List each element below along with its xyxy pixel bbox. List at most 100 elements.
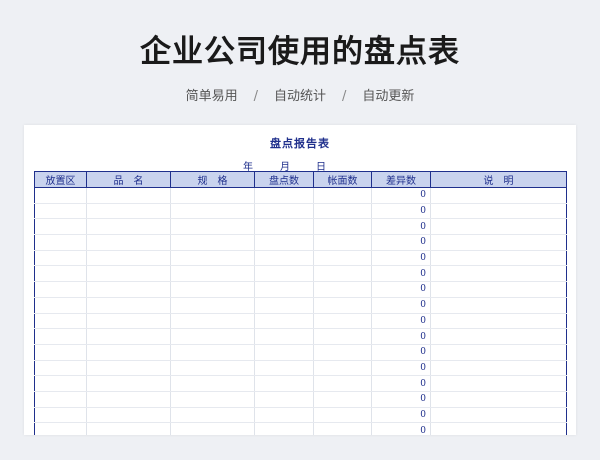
table-cell[interactable]: [170, 328, 255, 345]
table-cell[interactable]: [430, 218, 567, 236]
table-cell[interactable]: [170, 218, 255, 236]
table-cell[interactable]: [34, 422, 87, 435]
table-cell[interactable]: [34, 313, 87, 330]
table-cell[interactable]: 0: [371, 297, 431, 314]
table-cell[interactable]: [34, 328, 87, 345]
table-cell[interactable]: [430, 360, 567, 377]
table-cell[interactable]: [254, 265, 314, 283]
table-cell[interactable]: [170, 344, 255, 361]
table-cell[interactable]: 0: [371, 375, 431, 392]
table-cell[interactable]: [254, 328, 314, 345]
table-cell[interactable]: 0: [371, 250, 431, 267]
table-cell[interactable]: [430, 391, 567, 408]
table-cell[interactable]: [430, 422, 567, 435]
table-cell[interactable]: [430, 407, 567, 424]
table-cell[interactable]: 0: [371, 218, 431, 236]
table-cell[interactable]: [313, 313, 372, 330]
table-cell[interactable]: [170, 250, 255, 267]
table-cell[interactable]: [34, 218, 87, 236]
table-cell[interactable]: [430, 203, 567, 220]
table-cell[interactable]: [34, 344, 87, 361]
table-cell[interactable]: [34, 297, 87, 314]
table-cell[interactable]: [86, 328, 171, 345]
table-cell[interactable]: [254, 313, 314, 330]
table-cell[interactable]: [430, 281, 567, 298]
table-cell[interactable]: [34, 187, 87, 204]
table-cell[interactable]: [86, 407, 171, 424]
table-cell[interactable]: [313, 344, 372, 361]
table-cell[interactable]: [313, 422, 372, 435]
table-cell[interactable]: [170, 360, 255, 377]
table-cell[interactable]: [430, 187, 567, 204]
table-cell[interactable]: [170, 187, 255, 204]
table-cell[interactable]: [430, 313, 567, 330]
table-cell[interactable]: 0: [371, 391, 431, 408]
table-cell[interactable]: [86, 422, 171, 435]
table-cell[interactable]: [86, 187, 171, 204]
table-cell[interactable]: [313, 203, 372, 220]
table-cell[interactable]: [170, 281, 255, 298]
table-cell[interactable]: 0: [371, 234, 431, 251]
table-cell[interactable]: [170, 203, 255, 220]
table-cell[interactable]: [34, 203, 87, 220]
table-cell[interactable]: [86, 297, 171, 314]
table-cell[interactable]: [313, 407, 372, 424]
table-cell[interactable]: [86, 234, 171, 251]
table-cell[interactable]: [254, 375, 314, 392]
table-cell[interactable]: 0: [371, 422, 431, 435]
table-cell[interactable]: [170, 234, 255, 251]
table-cell[interactable]: [170, 407, 255, 424]
table-cell[interactable]: [86, 203, 171, 220]
table-cell[interactable]: [254, 234, 314, 251]
table-cell[interactable]: [313, 281, 372, 298]
table-cell[interactable]: 0: [371, 187, 431, 204]
table-cell[interactable]: [34, 281, 87, 298]
table-cell[interactable]: 0: [371, 328, 431, 345]
table-cell[interactable]: [34, 234, 87, 251]
table-cell[interactable]: [313, 297, 372, 314]
table-cell[interactable]: [430, 234, 567, 251]
table-cell[interactable]: [86, 250, 171, 267]
table-cell[interactable]: [86, 313, 171, 330]
table-cell[interactable]: [34, 250, 87, 267]
table-cell[interactable]: [430, 265, 567, 283]
table-cell[interactable]: [313, 250, 372, 267]
table-cell[interactable]: [170, 265, 255, 283]
table-cell[interactable]: [86, 375, 171, 392]
table-cell[interactable]: [34, 375, 87, 392]
table-cell[interactable]: [430, 375, 567, 392]
table-cell[interactable]: [254, 360, 314, 377]
table-cell[interactable]: [170, 391, 255, 408]
table-cell[interactable]: [86, 360, 171, 377]
table-cell[interactable]: [254, 422, 314, 435]
table-cell[interactable]: [313, 187, 372, 204]
table-cell[interactable]: 0: [371, 203, 431, 220]
table-cell[interactable]: [254, 281, 314, 298]
table-cell[interactable]: [254, 407, 314, 424]
table-cell[interactable]: [313, 234, 372, 251]
table-cell[interactable]: [313, 265, 372, 283]
table-cell[interactable]: [254, 218, 314, 236]
table-cell[interactable]: [170, 422, 255, 435]
table-cell[interactable]: [430, 328, 567, 345]
table-cell[interactable]: 0: [371, 407, 431, 424]
table-cell[interactable]: [430, 344, 567, 361]
table-cell[interactable]: [430, 250, 567, 267]
table-cell[interactable]: 0: [371, 344, 431, 361]
table-cell[interactable]: [170, 313, 255, 330]
table-cell[interactable]: [86, 265, 171, 283]
table-cell[interactable]: [254, 391, 314, 408]
table-cell[interactable]: 0: [371, 265, 431, 283]
table-cell[interactable]: [86, 218, 171, 236]
table-cell[interactable]: [34, 360, 87, 377]
table-cell[interactable]: [430, 297, 567, 314]
table-cell[interactable]: [254, 297, 314, 314]
table-cell[interactable]: [313, 328, 372, 345]
table-cell[interactable]: [34, 391, 87, 408]
table-cell[interactable]: 0: [371, 281, 431, 298]
table-cell[interactable]: [34, 265, 87, 283]
table-cell[interactable]: [86, 344, 171, 361]
table-cell[interactable]: [254, 203, 314, 220]
table-cell[interactable]: [170, 297, 255, 314]
table-cell[interactable]: [86, 391, 171, 408]
